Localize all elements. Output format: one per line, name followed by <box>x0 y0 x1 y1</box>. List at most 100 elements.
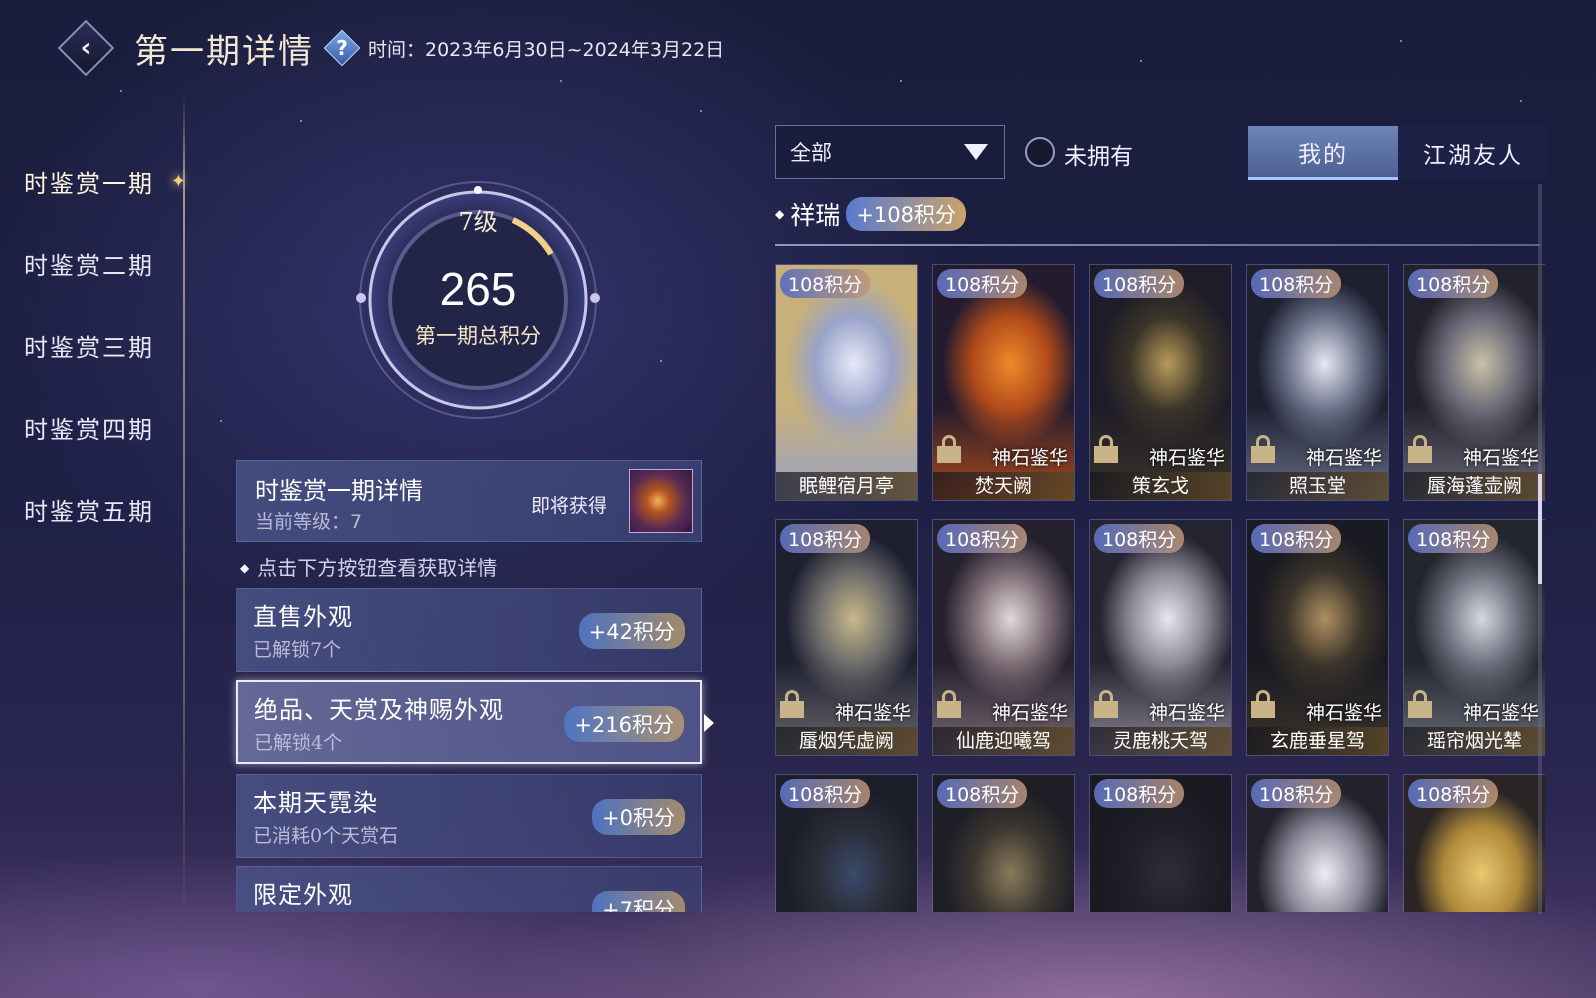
appearance-card[interactable]: 108积分 <box>775 774 918 912</box>
lock-icon <box>1408 435 1432 463</box>
card-points: 108积分 <box>1408 269 1499 298</box>
question-icon[interactable]: ? <box>323 29 361 67</box>
period-time: 时间：2023年6月30日~2024年3月22日 <box>368 38 725 61</box>
card-points: 108积分 <box>1408 779 1499 808</box>
appearance-card[interactable]: 108积分 眠鲤宿月亭 <box>775 264 918 501</box>
category-points: +0积分 <box>592 799 685 835</box>
category-points: +42积分 <box>578 613 685 649</box>
card-source: 神石鉴华 <box>991 447 1068 469</box>
current-level: 当前等级：7 <box>255 511 363 533</box>
hint-text: 点击下方按钮查看获取详情 <box>240 552 497 581</box>
sidebar-item-period-3[interactable]: 时鉴赏三期 <box>0 304 190 386</box>
appearance-card[interactable]: 108积分神石鉴华玄鹿垂星驾 <box>1246 519 1389 756</box>
lock-icon <box>1408 690 1432 718</box>
filter-selected: 全部 <box>790 141 832 165</box>
lock-body <box>1251 701 1275 718</box>
card-source: 神石鉴华 <box>1462 447 1539 469</box>
lock-body <box>937 701 961 718</box>
appearance-card[interactable]: 108积分 神石鉴华 瑶帘烟光辇 <box>1403 519 1545 756</box>
header: ‹ 第一期详情 ? 时间：2023年6月30日~2024年3月22日 <box>56 18 724 78</box>
lock-icon <box>780 690 804 718</box>
category-title: 本期天霓染 <box>253 789 378 817</box>
card-points: 108积分 <box>1094 524 1185 553</box>
category-subtitle: 已解锁4个 <box>254 732 343 754</box>
level-label: 7级 <box>458 208 498 236</box>
category-title: 直售外观 <box>253 603 353 631</box>
scrollbar-thumb[interactable] <box>1538 474 1542 584</box>
sidebar-item-period-2[interactable]: 时鉴赏二期 <box>0 222 190 304</box>
back-button[interactable]: ‹ <box>56 18 116 78</box>
tab-friends[interactable]: 江湖友人 <box>1398 126 1548 180</box>
appearance-card[interactable]: 108积分 神石鉴华 蜃烟凭虚阙 <box>775 519 918 756</box>
unowned-label[interactable]: 未拥有 <box>1064 137 1133 171</box>
card-points: 108积分 <box>1094 779 1185 808</box>
tab-mine[interactable]: 我的 <box>1248 126 1398 180</box>
appearance-card[interactable]: 108积分神石鉴华仙鹿迎曦驾 <box>932 519 1075 756</box>
appearance-card[interactable]: 108积分 <box>1089 774 1232 912</box>
sidebar: 时鉴赏一期 时鉴赏二期 时鉴赏三期 时鉴赏四期 时鉴赏五期 <box>0 140 190 550</box>
page-title: 第一期详情 <box>134 31 314 72</box>
card-points: 108积分 <box>780 269 871 298</box>
sidebar-item-period-4[interactable]: 时鉴赏四期 <box>0 386 190 468</box>
card-source: 神石鉴华 <box>1305 702 1382 724</box>
card-points: 108积分 <box>937 269 1028 298</box>
category-dye[interactable]: 本期天霓染 已消耗0个天赏石 +0积分 <box>236 774 702 858</box>
lock-icon <box>1251 690 1275 718</box>
card-name: 仙鹿迎曦驾 <box>933 727 1074 755</box>
appearance-card[interactable]: 108积分 <box>932 774 1075 912</box>
upcoming-reward-label: 即将获得 <box>531 495 608 517</box>
lock-icon <box>1251 435 1275 463</box>
sidebar-item-period-5[interactable]: 时鉴赏五期 <box>0 468 190 550</box>
lock-icon <box>937 435 961 463</box>
unowned-radio[interactable] <box>1025 137 1055 167</box>
category-limited[interactable]: 限定外观 +7积分 <box>236 866 702 912</box>
back-arrow-icon: ‹ <box>80 33 92 63</box>
card-points: 108积分 <box>937 524 1028 553</box>
upcoming-reward-thumbnail[interactable] <box>629 469 693 533</box>
appearance-card[interactable]: 108积分 <box>1403 774 1545 912</box>
card-name: 焚天阙 <box>933 472 1074 500</box>
category-subtitle: 已消耗0个天赏石 <box>253 825 399 847</box>
category-points: +216积分 <box>564 706 684 742</box>
grid-scrollbar[interactable] <box>1538 184 1542 914</box>
card-name: 蜃烟凭虚阙 <box>776 727 917 755</box>
category-direct-sale[interactable]: 直售外观 已解锁7个 +42积分 <box>236 588 702 672</box>
score-ring: 7级 265 第一期总积分 <box>343 180 613 450</box>
card-source: 神石鉴华 <box>991 702 1068 724</box>
appearance-card[interactable]: 108积分 神石鉴华 灵鹿桃夭驾 <box>1089 519 1232 756</box>
lock-body <box>1408 446 1432 463</box>
lock-icon <box>1094 690 1118 718</box>
category-premium-appearance[interactable]: 绝品、天赏及神赐外观 已解锁4个 +216积分 <box>236 680 714 764</box>
section-divider <box>775 244 1540 246</box>
appearance-grid: 108积分 眠鲤宿月亭 108积分 神石鉴华 焚天阙 108积分 神石鉴华 策玄戈 108积分神… <box>775 264 1545 912</box>
card-name: 照玉堂 <box>1247 472 1388 500</box>
category-points: +7积分 <box>592 891 685 912</box>
appearance-card[interactable]: 108积分 神石鉴华 策玄戈 <box>1089 264 1232 501</box>
filter-dropdown[interactable]: 全部 <box>775 125 1005 179</box>
lock-icon <box>1094 435 1118 463</box>
total-score-label: 第一期总积分 <box>415 324 541 348</box>
card-name: 灵鹿桃夭驾 <box>1090 727 1231 755</box>
card-points: 108积分 <box>780 524 871 553</box>
appearance-card[interactable]: 108积分 神石鉴华 照玉堂 <box>1246 264 1389 501</box>
card-name: 玄鹿垂星驾 <box>1247 727 1388 755</box>
card-points: 108积分 <box>1251 779 1342 808</box>
appearance-card[interactable]: 108积分神石鉴华焚天阙 <box>932 264 1075 501</box>
card-points: 108积分 <box>1251 524 1342 553</box>
appearance-card[interactable]: 108积分 <box>1246 774 1389 912</box>
appearance-art <box>776 265 917 500</box>
card-name: 策玄戈 <box>1090 472 1231 500</box>
category-subtitle: 已解锁7个 <box>253 639 342 661</box>
sidebar-item-period-1[interactable]: 时鉴赏一期 <box>0 140 190 222</box>
section-header: ◆ 祥瑞 +108积分 <box>775 196 966 232</box>
bullet-icon: ◆ <box>775 207 785 221</box>
card-name: 蜃海蓬壶阙 <box>1404 472 1545 500</box>
card-name: 瑶帘烟光辇 <box>1404 727 1545 755</box>
card-source: 神石鉴华 <box>1148 447 1225 469</box>
category-title: 限定外观 <box>253 881 353 909</box>
period-detail-card[interactable]: 时鉴赏一期详情 当前等级：7 即将获得 <box>236 460 702 542</box>
appearance-card[interactable]: 108积分神石鉴华蜃海蓬壶阙 <box>1403 264 1545 501</box>
selected-arrow-icon <box>704 714 714 732</box>
lock-icon <box>937 690 961 718</box>
section-name: 祥瑞 <box>790 201 841 230</box>
